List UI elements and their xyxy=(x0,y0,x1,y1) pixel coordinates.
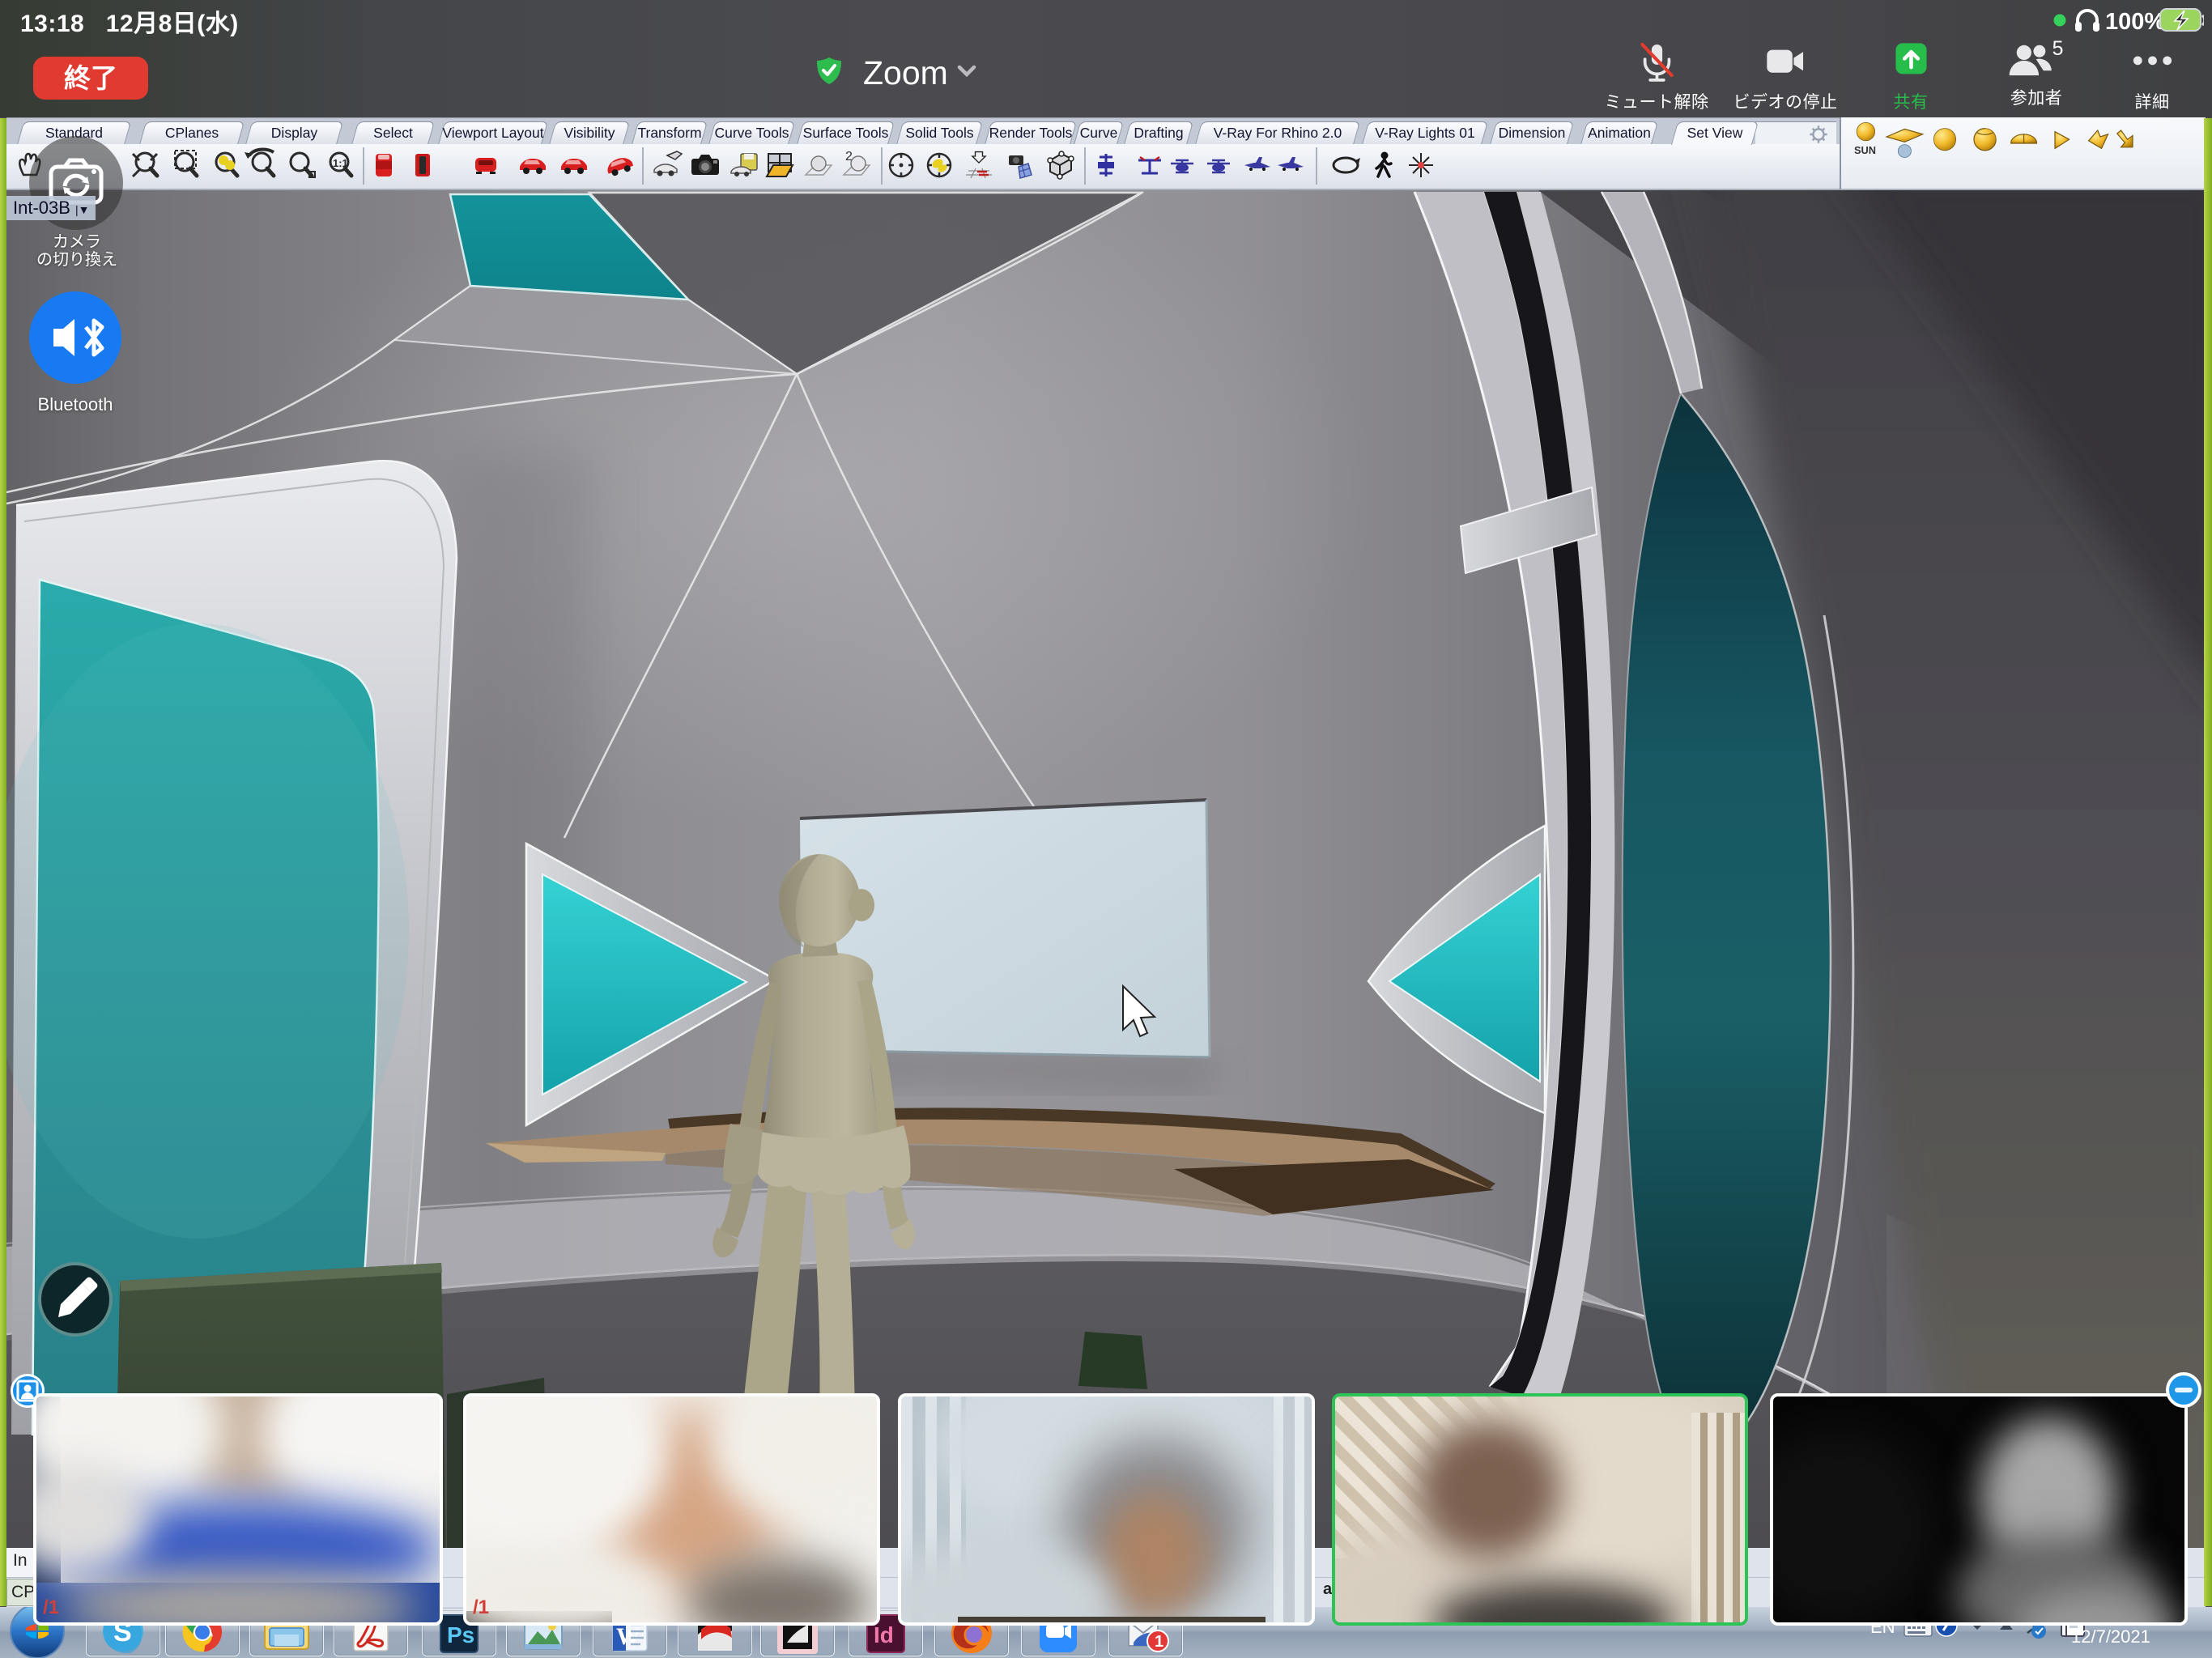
svg-text:Id: Id xyxy=(874,1622,894,1647)
svg-text:W: W xyxy=(616,1623,640,1650)
svg-text:100%: 100% xyxy=(2105,9,2165,35)
svg-text:Zoom: Zoom xyxy=(863,55,948,91)
svg-text:12/7/2021: 12/7/2021 xyxy=(2071,1626,2150,1647)
svg-text:1: 1 xyxy=(1155,1633,1163,1651)
svg-text:5: 5 xyxy=(2052,40,2064,60)
svg-text:SUN: SUN xyxy=(1854,144,1876,156)
svg-text:2: 2 xyxy=(845,150,853,164)
svg-text:1:1: 1:1 xyxy=(333,157,348,169)
svg-text:Ps: Ps xyxy=(447,1622,474,1647)
